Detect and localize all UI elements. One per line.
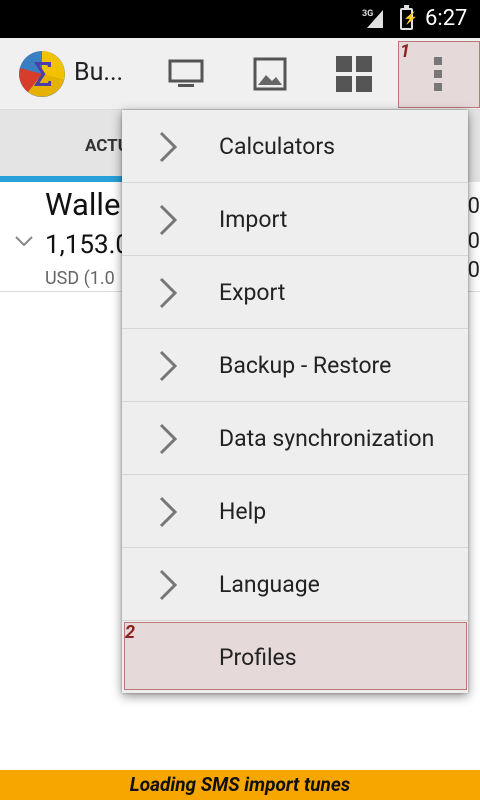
menu-item-export[interactable]: Export — [122, 256, 468, 329]
chevron-down-icon[interactable] — [14, 234, 34, 248]
app-logo-icon[interactable] — [18, 50, 66, 98]
account-value-1: 0 — [467, 194, 480, 219]
account-name: Walle — [45, 186, 121, 223]
menu-item-label: Import — [219, 206, 288, 233]
menu-item-help[interactable]: Help — [122, 475, 468, 548]
chevron-right-icon — [159, 277, 178, 309]
overflow-menu-button[interactable] — [402, 38, 474, 110]
account-amount: 1,153.0 — [45, 230, 131, 260]
image-button[interactable] — [234, 38, 306, 110]
menu-item-language[interactable]: Language — [122, 548, 468, 621]
overflow-menu: Calculators Import Export Backup - Resto… — [122, 110, 468, 693]
action-bar: Bu... 1 — [0, 38, 480, 110]
menu-item-import[interactable]: Import — [122, 183, 468, 256]
chevron-right-icon — [159, 496, 178, 528]
chevron-right-icon — [159, 131, 178, 163]
menu-item-profiles[interactable]: Profiles — [122, 621, 468, 694]
menu-item-label: Help — [219, 498, 267, 525]
monitor-button[interactable] — [150, 38, 222, 110]
menu-item-data-synchronization[interactable]: Data synchronization — [122, 402, 468, 475]
menu-item-label: Export — [219, 279, 286, 306]
signal-icon — [367, 10, 383, 28]
account-value-2: 0 — [467, 229, 480, 254]
account-currency: USD (1.0 — [45, 268, 115, 289]
battery-icon: ⚡ — [400, 5, 418, 30]
image-icon — [253, 57, 287, 91]
menu-item-label: Data synchronization — [219, 425, 435, 452]
menu-item-label: Backup - Restore — [219, 352, 392, 379]
chevron-right-icon — [159, 423, 178, 455]
status-bar: 3G ⚡ 6:27 — [0, 0, 480, 38]
chevron-right-icon — [159, 204, 178, 236]
account-value-3: 0 — [467, 258, 480, 283]
menu-item-label: Language — [219, 571, 320, 598]
chevron-right-icon — [159, 569, 178, 601]
menu-item-label: Profiles — [219, 644, 297, 671]
menu-item-calculators[interactable]: Calculators — [122, 110, 468, 183]
menu-item-label: Calculators — [219, 133, 335, 160]
notification-bar: Loading SMS import tunes — [0, 770, 480, 800]
grid-icon — [336, 56, 372, 92]
chevron-right-icon — [159, 350, 178, 382]
menu-item-backup-restore[interactable]: Backup - Restore — [122, 329, 468, 402]
overflow-menu-icon — [434, 57, 442, 91]
dashboard-button[interactable] — [318, 38, 390, 110]
app-title: Bu... — [74, 58, 124, 87]
notification-text: Loading SMS import tunes — [129, 773, 351, 796]
clock: 6:27 — [425, 6, 468, 31]
monitor-icon — [168, 59, 204, 87]
